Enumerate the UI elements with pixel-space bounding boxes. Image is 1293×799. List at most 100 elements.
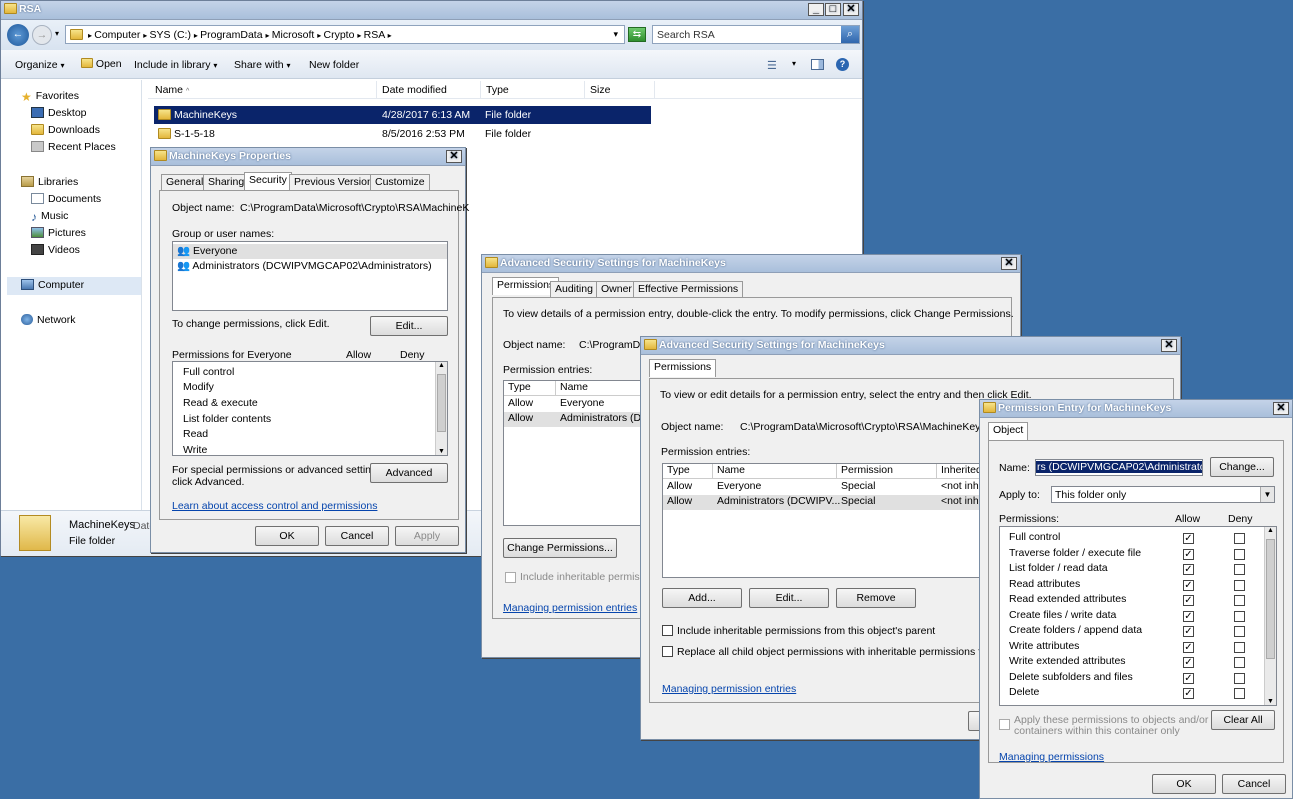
- col-date[interactable]: Date modified: [377, 81, 481, 99]
- breadcrumb-crypto[interactable]: Crypto: [324, 29, 355, 41]
- allow-checkbox[interactable]: ✓: [1183, 641, 1194, 653]
- close-button[interactable]: ✕: [1161, 339, 1177, 352]
- deny-checkbox[interactable]: [1234, 688, 1245, 699]
- scrollbar[interactable]: ▲ ▼: [1264, 527, 1276, 705]
- apply-button[interactable]: Apply: [395, 526, 459, 546]
- entries-list[interactable]: Type Name Permission Inherited Allow Eve…: [662, 463, 992, 578]
- name-field[interactable]: rs (DCWIPVMGCAP02\Administrators): [1035, 459, 1203, 476]
- allow-checkbox[interactable]: ✓: [1183, 610, 1194, 622]
- nav-documents[interactable]: Documents: [31, 193, 101, 209]
- cancel-button[interactable]: Cancel: [1222, 774, 1286, 794]
- address-bar[interactable]: ▸ Computer ▸ SYS (C:) ▸ ProgramData ▸ Mi…: [65, 25, 625, 44]
- table-row[interactable]: Allow Administrators (DCW: [504, 412, 642, 427]
- learn-link[interactable]: Learn about access control and permissio…: [172, 500, 377, 512]
- nav-desktop[interactable]: Desktop: [31, 107, 87, 123]
- apply-to-select[interactable]: This folder only ▼: [1051, 486, 1275, 503]
- entry-permissions-list[interactable]: Full control ✓ Traverse folder / execute f…: [999, 526, 1277, 706]
- allow-checkbox[interactable]: ✓: [1183, 564, 1194, 575]
- deny-checkbox[interactable]: [1234, 626, 1245, 637]
- tab-security[interactable]: Security: [244, 172, 292, 190]
- deny-checkbox[interactable]: [1234, 610, 1245, 622]
- nav-music[interactable]: ♪ Music: [31, 210, 68, 226]
- permission-row[interactable]: Read extended attributes ✓: [1000, 593, 1276, 608]
- close-button[interactable]: ✕: [843, 3, 859, 16]
- managing-permission-link[interactable]: Managing permission entries: [503, 602, 637, 614]
- breadcrumb-rsa[interactable]: RSA: [364, 29, 385, 41]
- remove-button[interactable]: Remove: [836, 588, 916, 608]
- users-list[interactable]: 👥 Everyone 👥 Administrators (DCWIPVMGCAP…: [172, 241, 448, 311]
- permission-row[interactable]: Full control ✓: [1000, 531, 1276, 546]
- allow-checkbox[interactable]: ✓: [1183, 626, 1194, 637]
- scroll-thumb[interactable]: [437, 374, 446, 432]
- refresh-icon[interactable]: ⇆: [628, 27, 646, 42]
- recent-dropdown-icon[interactable]: ▾: [55, 29, 59, 38]
- permission-row[interactable]: Read attributes ✓: [1000, 578, 1276, 593]
- file-row[interactable]: MachineKeys 4/28/2017 6:13 AM File folde…: [154, 106, 651, 124]
- tab-object[interactable]: Object: [988, 422, 1029, 440]
- deny-checkbox[interactable]: [1234, 672, 1245, 684]
- breadcrumb-programdata[interactable]: ProgramData: [200, 29, 262, 41]
- breadcrumb-computer[interactable]: Computer: [94, 29, 140, 41]
- back-button[interactable]: ←: [7, 24, 29, 46]
- allow-checkbox[interactable]: ✓: [1183, 595, 1194, 606]
- tab-sharing[interactable]: Sharing: [203, 174, 250, 190]
- col-name[interactable]: Name ^: [148, 81, 377, 99]
- permission-row[interactable]: Delete ✓: [1000, 686, 1276, 701]
- tab-effective-permissions[interactable]: Effective Permissions: [633, 281, 744, 297]
- view-options-icon[interactable]: ☰: [767, 59, 777, 72]
- col-permission[interactable]: Permission: [837, 464, 937, 479]
- permission-row[interactable]: Write extended attributes ✓: [1000, 655, 1276, 670]
- close-button[interactable]: ✕: [446, 150, 462, 163]
- deny-checkbox[interactable]: [1234, 641, 1245, 653]
- search-icon[interactable]: ⌕: [841, 26, 859, 43]
- file-row[interactable]: S-1-5-18 8/5/2016 2:53 PM File folder: [154, 125, 651, 143]
- list-item[interactable]: 👥 Everyone: [173, 244, 447, 259]
- allow-checkbox[interactable]: ✓: [1183, 672, 1194, 684]
- permissions-list[interactable]: Full control Modify Read & execute List …: [172, 361, 448, 456]
- breadcrumb-sys[interactable]: SYS (C:): [150, 29, 191, 41]
- entries-list[interactable]: Type Name Allow Everyone Allow Administrat…: [503, 380, 643, 526]
- col-type[interactable]: Type: [663, 464, 713, 479]
- deny-checkbox[interactable]: [1234, 564, 1245, 575]
- scroll-thumb[interactable]: [1266, 539, 1275, 659]
- cancel-button[interactable]: Cancel: [325, 526, 389, 546]
- clear-all-button[interactable]: Clear All: [1211, 710, 1275, 730]
- edit-button[interactable]: Edit...: [749, 588, 829, 608]
- search-input[interactable]: Search RSA ⌕: [652, 25, 860, 44]
- tab-general[interactable]: General: [161, 174, 209, 190]
- managing-permission-link[interactable]: Managing permission entries: [662, 683, 796, 695]
- replace-child-checkbox[interactable]: [662, 646, 673, 657]
- permission-row[interactable]: Write attributes ✓: [1000, 640, 1276, 655]
- include-library-menu[interactable]: Include in library ▾: [134, 59, 217, 71]
- ok-button[interactable]: OK: [255, 526, 319, 546]
- allow-checkbox[interactable]: ✓: [1183, 657, 1194, 668]
- allow-checkbox[interactable]: ✓: [1183, 533, 1194, 544]
- allow-checkbox[interactable]: ✓: [1183, 579, 1194, 591]
- col-name[interactable]: Name: [713, 464, 837, 479]
- deny-checkbox[interactable]: [1234, 579, 1245, 591]
- col-name[interactable]: Name: [556, 381, 642, 396]
- allow-checkbox[interactable]: ✓: [1183, 688, 1194, 699]
- nav-downloads[interactable]: Downloads: [31, 124, 100, 140]
- nav-recent[interactable]: Recent Places: [31, 141, 116, 157]
- organize-menu[interactable]: Organize ▾: [15, 59, 65, 71]
- new-folder-button[interactable]: New folder: [309, 59, 359, 71]
- permission-row[interactable]: Create folders / append data ✓: [1000, 624, 1276, 639]
- close-button[interactable]: ✕: [1001, 257, 1017, 270]
- minimize-button[interactable]: _: [808, 3, 824, 16]
- open-button[interactable]: Open: [81, 58, 122, 70]
- col-type[interactable]: Type: [504, 381, 556, 396]
- allow-checkbox[interactable]: ✓: [1183, 548, 1194, 560]
- share-with-menu[interactable]: Share with ▾: [234, 59, 291, 71]
- view-dropdown-icon[interactable]: ▾: [792, 59, 796, 68]
- scroll-up-icon[interactable]: ▲: [1265, 527, 1276, 534]
- nav-pictures[interactable]: Pictures: [31, 227, 86, 243]
- advanced-button[interactable]: Advanced: [370, 463, 448, 483]
- ok-button[interactable]: OK: [1152, 774, 1216, 794]
- scrollbar[interactable]: ▲ ▼: [435, 362, 447, 455]
- nav-network[interactable]: Network: [21, 314, 76, 330]
- deny-checkbox[interactable]: [1234, 595, 1245, 606]
- help-icon[interactable]: ?: [836, 58, 849, 71]
- table-row[interactable]: Allow Administrators (DCWIPV... Special …: [663, 495, 991, 510]
- scroll-down-icon[interactable]: ▼: [1265, 698, 1276, 705]
